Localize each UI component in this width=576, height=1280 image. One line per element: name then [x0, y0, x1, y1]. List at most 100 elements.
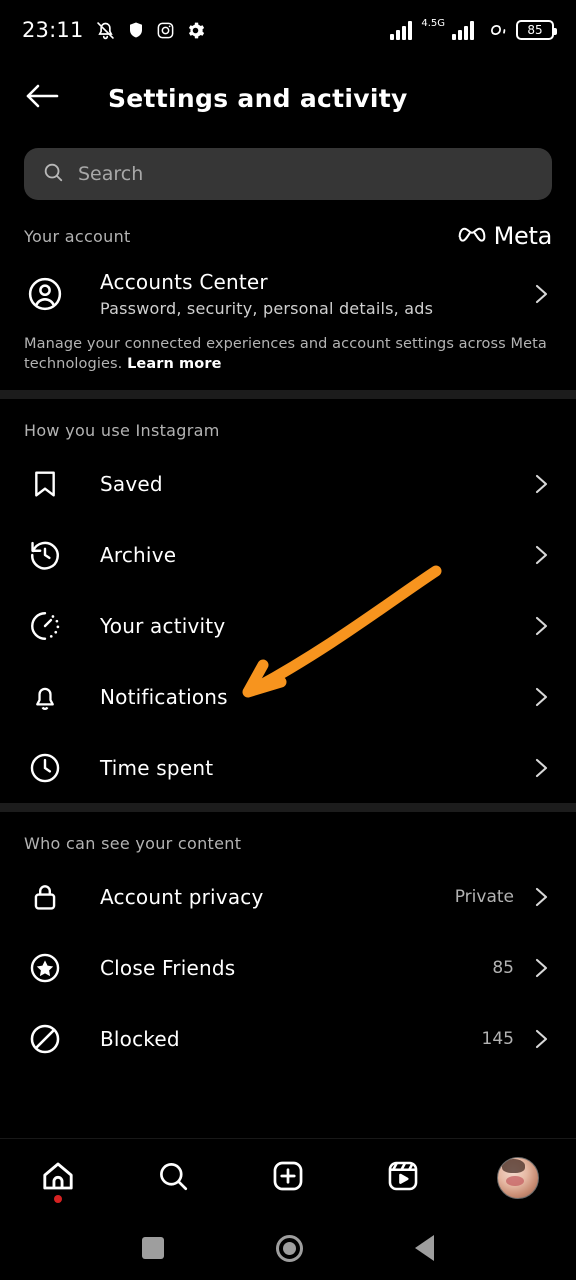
- row-texts: Notifications: [100, 685, 530, 709]
- row-your-activity[interactable]: Your activity: [24, 590, 552, 661]
- lock-icon: [24, 881, 66, 913]
- chevron-right-icon: [530, 756, 552, 780]
- status-bar: 23:11 4.5G 85: [0, 0, 576, 60]
- row-label: Account privacy: [100, 884, 264, 909]
- row-label: Accounts Center: [100, 269, 268, 294]
- battery-level: 85: [527, 23, 543, 37]
- create-plus-icon: [271, 1159, 305, 1197]
- star-circle-icon: [24, 951, 66, 985]
- row-label: Time spent: [100, 755, 214, 780]
- row-saved[interactable]: Saved: [24, 448, 552, 519]
- android-nav-bar: [0, 1216, 576, 1280]
- home-circle-icon[interactable]: [276, 1234, 303, 1262]
- who-can-see-header: Who can see your content: [24, 812, 552, 861]
- learn-more-link[interactable]: Learn more: [127, 356, 221, 372]
- your-account-section: Your account Meta Accounts Center Passwo…: [0, 200, 576, 329]
- clock-icon: [24, 751, 66, 785]
- nav-search[interactable]: [144, 1149, 202, 1207]
- accounts-center-texts: Accounts Center Password, security, pers…: [100, 270, 530, 318]
- archive-clock-icon: [24, 538, 66, 572]
- section-title: Who can see your content: [24, 834, 242, 854]
- bell-icon: [24, 681, 66, 713]
- search-bar[interactable]: Search: [0, 136, 576, 200]
- signal-bars-icon: [452, 20, 476, 40]
- search-input[interactable]: Search: [24, 148, 552, 200]
- row-account-privacy[interactable]: Account privacy Private: [24, 861, 552, 932]
- row-texts: Saved: [100, 472, 530, 496]
- gear-icon: [186, 21, 205, 40]
- section-title: How you use Instagram: [24, 421, 220, 441]
- account-circle-icon: [24, 275, 66, 313]
- row-texts: Time spent: [100, 756, 530, 780]
- chevron-right-icon: [530, 614, 552, 638]
- search-icon: [42, 161, 64, 187]
- row-value: Private: [454, 886, 514, 907]
- how-you-use-header: How you use Instagram: [24, 399, 552, 448]
- nav-profile[interactable]: [489, 1149, 547, 1207]
- who-can-see-section: Who can see your content Account privacy…: [0, 812, 576, 1074]
- shield-icon: [127, 20, 145, 40]
- row-label: Your activity: [100, 613, 226, 638]
- row-value: 145: [481, 1028, 514, 1049]
- row-label: Saved: [100, 471, 163, 496]
- nav-home[interactable]: [29, 1149, 87, 1207]
- chevron-right-icon: [530, 956, 552, 980]
- recents-icon[interactable]: [142, 1237, 164, 1259]
- nav-create[interactable]: [259, 1149, 317, 1207]
- chevron-right-icon: [530, 885, 552, 909]
- chevron-right-icon: [530, 1027, 552, 1051]
- app-header: Settings and activity: [0, 60, 576, 136]
- row-value: 85: [492, 957, 514, 978]
- chevron-right-icon: [530, 282, 552, 306]
- status-bar-clock: 23:11: [22, 18, 84, 42]
- row-time-spent[interactable]: Time spent: [24, 732, 552, 803]
- activity-clock-icon: [24, 609, 66, 643]
- meta-wordmark: Meta: [493, 222, 553, 250]
- search-icon: [156, 1159, 190, 1197]
- page-title: Settings and activity: [108, 83, 408, 113]
- meta-note-text: Manage your connected experiences and ac…: [24, 336, 547, 372]
- row-texts: Blocked: [100, 1027, 482, 1051]
- row-label: Close Friends: [100, 955, 236, 980]
- your-account-header: Your account Meta: [24, 200, 552, 258]
- app-screen: 23:11 4.5G 85 Settings and activity Sear…: [0, 0, 576, 1280]
- instagram-icon: [156, 21, 175, 40]
- section-divider: [0, 390, 576, 400]
- how-you-use-section: How you use Instagram Saved Archive Your…: [0, 399, 576, 803]
- back-button[interactable]: [24, 75, 70, 121]
- meta-note: Manage your connected experiences and ac…: [0, 329, 576, 390]
- row-label: Archive: [100, 542, 177, 567]
- row-texts: Close Friends: [100, 956, 492, 980]
- row-close-friends[interactable]: Close Friends 85: [24, 932, 552, 1003]
- meta-brand: Meta: [457, 222, 552, 250]
- home-notification-badge: [53, 1194, 62, 1203]
- row-texts: Archive: [100, 543, 530, 567]
- back-triangle-icon[interactable]: [415, 1235, 434, 1261]
- row-subtitle: Password, security, personal details, ad…: [100, 298, 434, 318]
- bookmark-icon: [24, 468, 66, 500]
- chevron-right-icon: [530, 472, 552, 496]
- network-type-label: 4.5G: [421, 17, 445, 29]
- row-label: Blocked: [100, 1026, 180, 1051]
- data-saver-icon: [485, 19, 507, 41]
- row-notifications[interactable]: Notifications: [24, 661, 552, 732]
- nav-reels[interactable]: [374, 1149, 432, 1207]
- chevron-right-icon: [530, 543, 552, 567]
- chevron-right-icon: [530, 685, 552, 709]
- home-icon: [40, 1158, 76, 1198]
- row-archive[interactable]: Archive: [24, 519, 552, 590]
- row-texts: Your activity: [100, 614, 530, 638]
- back-arrow-icon: [24, 81, 60, 115]
- search-placeholder: Search: [78, 163, 144, 185]
- section-divider: [0, 803, 576, 813]
- reels-icon: [386, 1159, 420, 1197]
- row-blocked[interactable]: Blocked 145: [24, 1003, 552, 1074]
- accounts-center-row[interactable]: Accounts Center Password, security, pers…: [24, 258, 552, 329]
- row-label: Notifications: [100, 684, 228, 709]
- signal-bars-icon: [390, 20, 414, 40]
- meta-infinity-icon: [457, 224, 487, 248]
- status-bar-left: 23:11: [22, 18, 205, 42]
- blocked-icon: [24, 1022, 66, 1056]
- battery-indicator: 85: [516, 20, 557, 40]
- avatar: [497, 1156, 540, 1199]
